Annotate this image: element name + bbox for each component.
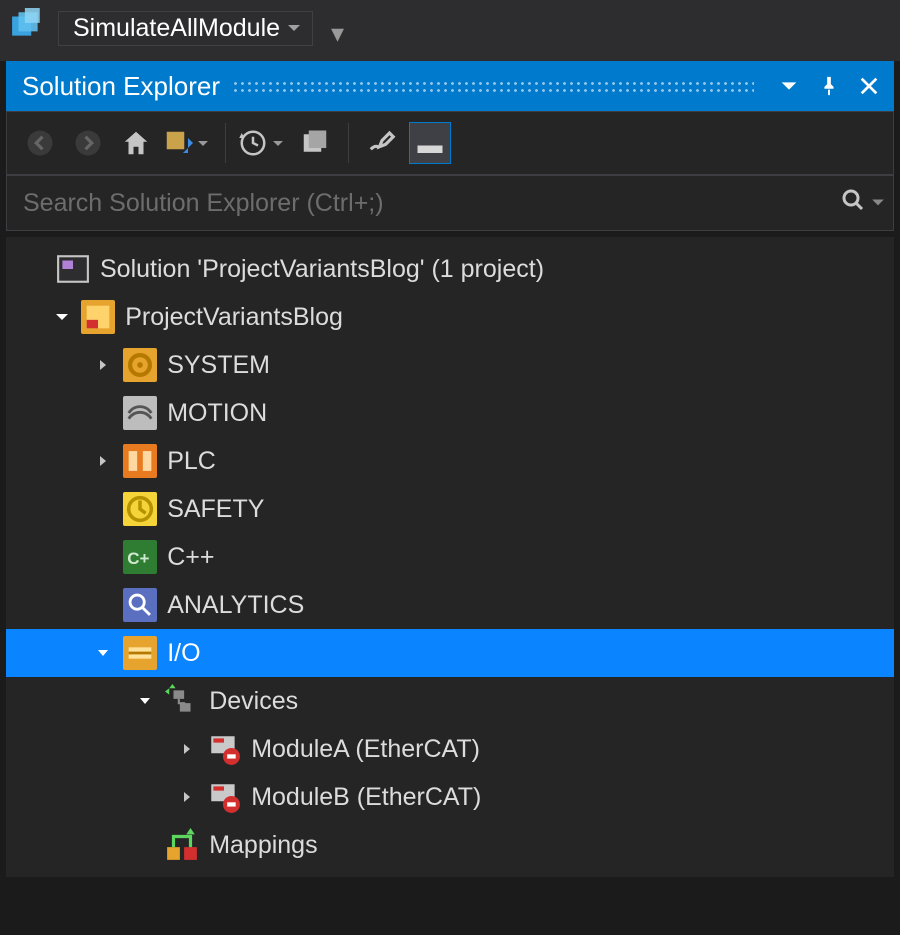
motion-node[interactable]: MOTION: [6, 389, 894, 437]
toolbar-overflow-icon[interactable]: ▾: [327, 8, 344, 49]
node-label: Devices: [209, 687, 298, 716]
properties-button[interactable]: [361, 122, 403, 164]
solution-icon: [56, 252, 90, 286]
configuration-name: SimulateAllModule: [73, 14, 280, 43]
solution-tree: Solution 'ProjectVariantsBlog' (1 projec…: [6, 237, 894, 877]
system-icon: [123, 348, 157, 382]
search-row: [6, 175, 894, 231]
panel-titlebar: Solution Explorer: [6, 61, 894, 111]
node-label: C++: [167, 543, 214, 572]
node-label: PLC: [167, 447, 216, 476]
show-all-files-button[interactable]: [294, 122, 336, 164]
devices-node[interactable]: Devices: [6, 677, 894, 725]
cpp-node[interactable]: C+ C++: [6, 533, 894, 581]
solution-label: Solution 'ProjectVariantsBlog' (1 projec…: [100, 255, 544, 284]
toolbar-separator: [348, 123, 349, 163]
expander-collapsed-icon[interactable]: [93, 451, 113, 471]
node-label: ModuleB (EtherCAT): [251, 783, 481, 812]
search-input[interactable]: [23, 189, 841, 218]
pending-changes-button[interactable]: [238, 122, 288, 164]
windows-stack-icon: [10, 8, 44, 49]
expander-expanded-icon[interactable]: [135, 691, 155, 711]
node-label: Mappings: [209, 831, 317, 860]
module-b-node[interactable]: ModuleB (EtherCAT): [6, 773, 894, 821]
node-label: I/O: [167, 639, 200, 668]
toolbar-separator: [225, 123, 226, 163]
safety-icon: [123, 492, 157, 526]
chevron-down-icon: [286, 14, 302, 43]
explorer-toolbar: [6, 111, 894, 175]
io-node[interactable]: I/O: [6, 629, 894, 677]
nav-forward-button[interactable]: [67, 122, 109, 164]
ethercat-device-icon: [207, 780, 241, 814]
module-a-node[interactable]: ModuleA (EtherCAT): [6, 725, 894, 773]
expander-expanded-icon[interactable]: [93, 643, 113, 663]
io-icon: [123, 636, 157, 670]
project-label: ProjectVariantsBlog: [125, 303, 343, 332]
home-button[interactable]: [115, 122, 157, 164]
expander-collapsed-icon[interactable]: [177, 739, 197, 759]
chevron-down-icon: [197, 129, 209, 157]
svg-text:C+: C+: [127, 549, 149, 568]
search-icon[interactable]: [841, 188, 865, 219]
close-button[interactable]: [852, 69, 886, 103]
search-options-button[interactable]: [865, 189, 885, 217]
devices-icon: [165, 684, 199, 718]
node-label: ANALYTICS: [167, 591, 304, 620]
plc-icon: [123, 444, 157, 478]
safety-node[interactable]: SAFETY: [6, 485, 894, 533]
preview-button[interactable]: [409, 122, 451, 164]
expander-expanded-icon[interactable]: [51, 307, 71, 327]
analytics-icon: [123, 588, 157, 622]
panel-title: Solution Explorer: [22, 71, 220, 102]
window-menu-button[interactable]: [772, 69, 806, 103]
chevron-down-icon: [272, 129, 284, 157]
node-label: ModuleA (EtherCAT): [251, 735, 480, 764]
pin-button[interactable]: [812, 69, 846, 103]
project-node[interactable]: ProjectVariantsBlog: [6, 293, 894, 341]
mappings-node[interactable]: Mappings: [6, 821, 894, 869]
top-toolbar: SimulateAllModule ▾: [0, 0, 900, 61]
node-label: SAFETY: [167, 495, 264, 524]
expander-collapsed-icon[interactable]: [177, 787, 197, 807]
nav-back-button[interactable]: [19, 122, 61, 164]
plc-node[interactable]: PLC: [6, 437, 894, 485]
sync-view-button[interactable]: [163, 122, 213, 164]
node-label: SYSTEM: [167, 351, 270, 380]
expander-collapsed-icon[interactable]: [93, 355, 113, 375]
twincat-project-icon: [81, 300, 115, 334]
mappings-icon: [165, 828, 199, 862]
titlebar-grip: [232, 80, 754, 92]
configuration-dropdown[interactable]: SimulateAllModule: [58, 11, 313, 46]
analytics-node[interactable]: ANALYTICS: [6, 581, 894, 629]
ethercat-device-icon: [207, 732, 241, 766]
motion-icon: [123, 396, 157, 430]
node-label: MOTION: [167, 399, 267, 428]
cpp-icon: C+: [123, 540, 157, 574]
system-node[interactable]: SYSTEM: [6, 341, 894, 389]
solution-node[interactable]: Solution 'ProjectVariantsBlog' (1 projec…: [6, 245, 894, 293]
